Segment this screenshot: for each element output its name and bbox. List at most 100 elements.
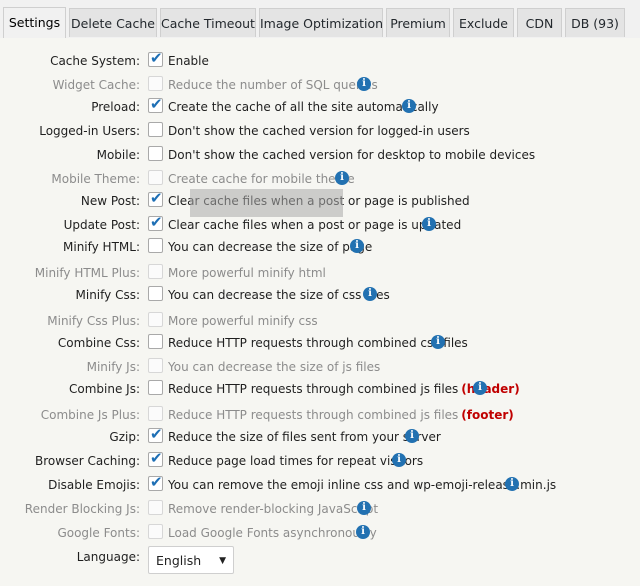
setting-label: Update Post: bbox=[63, 218, 140, 232]
info-icon[interactable]: i bbox=[473, 381, 487, 395]
setting-row: Browser Caching: ✔ Reduce page load times … bbox=[0, 449, 640, 472]
setting-description: You can decrease the size of css files bbox=[168, 284, 390, 306]
tab-delete-cache[interactable]: Delete Cache bbox=[69, 8, 157, 37]
setting-description-text: Reduce HTTP requests through combined js… bbox=[168, 382, 459, 396]
setting-description: Enable bbox=[168, 50, 209, 72]
setting-description: You can remove the emoji inline css and … bbox=[168, 474, 556, 496]
setting-description-text: More powerful minify css bbox=[168, 314, 318, 328]
tab-premium[interactable]: Premium bbox=[386, 8, 450, 37]
setting-checkbox bbox=[148, 76, 163, 91]
setting-checkbox bbox=[148, 170, 163, 185]
info-icon[interactable]: i bbox=[363, 287, 377, 301]
setting-row: Combine Js: Reduce HTTP requests through … bbox=[0, 378, 640, 400]
setting-description-text: More powerful minify html bbox=[168, 266, 326, 280]
setting-checkbox[interactable]: ✔ bbox=[148, 95, 163, 113]
info-icon[interactable]: i bbox=[405, 429, 419, 443]
setting-description-text: Reduce page load times for repeat visito… bbox=[168, 454, 424, 468]
setting-description: Reduce the size of files sent from your … bbox=[168, 426, 441, 448]
info-icon[interactable]: i bbox=[356, 525, 370, 539]
setting-description-text: Create the cache of all the site automat… bbox=[168, 100, 439, 114]
setting-label: Mobile: bbox=[96, 148, 140, 162]
setting-description-text: You can decrease the size of js files bbox=[168, 360, 381, 374]
setting-label: Cache System: bbox=[50, 54, 140, 68]
info-icon[interactable]: i bbox=[335, 171, 349, 185]
setting-row: Cache System: ✔ Enable bbox=[0, 49, 640, 72]
setting-description: Create cache for mobile theme bbox=[168, 168, 355, 190]
tab-cdn[interactable]: CDN bbox=[517, 8, 562, 37]
setting-description-text: Remove render-blocking JavaScript bbox=[168, 502, 379, 516]
setting-description: Reduce HTTP requests through combined js… bbox=[168, 404, 514, 426]
setting-label: New Post: bbox=[80, 194, 140, 208]
setting-description: Don't show the cached version for logged… bbox=[168, 120, 470, 142]
setting-checkbox bbox=[148, 358, 163, 373]
setting-label: Combine Css: bbox=[57, 336, 140, 350]
setting-checkbox[interactable]: ✔ bbox=[148, 473, 163, 491]
language-select[interactable]: English ▼ bbox=[148, 546, 234, 574]
setting-description: Create the cache of all the site automat… bbox=[168, 96, 439, 118]
setting-checkbox[interactable] bbox=[148, 146, 163, 161]
tab-cache-timeout[interactable]: Cache Timeout bbox=[160, 8, 256, 37]
checkmark-icon: ✔ bbox=[150, 95, 163, 113]
setting-description-text: Reduce HTTP requests through combined js… bbox=[168, 408, 459, 422]
setting-description: Reduce HTTP requests through combined js… bbox=[168, 378, 520, 400]
setting-label: Gzip: bbox=[109, 430, 140, 444]
setting-checkbox[interactable] bbox=[148, 286, 163, 301]
info-icon[interactable]: i bbox=[422, 217, 436, 231]
tab-db[interactable]: DB (93) bbox=[565, 8, 625, 37]
drag-overlay bbox=[190, 189, 343, 217]
tab-exclude[interactable]: Exclude bbox=[453, 8, 514, 37]
setting-checkbox[interactable] bbox=[148, 334, 163, 349]
tab-image-optimization[interactable]: Image Optimization bbox=[259, 8, 383, 37]
info-icon[interactable]: i bbox=[392, 453, 406, 467]
setting-checkbox[interactable]: ✔ bbox=[148, 449, 163, 467]
setting-checkbox[interactable]: ✔ bbox=[148, 49, 163, 67]
setting-checkbox[interactable]: ✔ bbox=[148, 425, 163, 443]
chevron-down-icon: ▼ bbox=[219, 556, 226, 566]
setting-description: Load Google Fonts asynchronously bbox=[168, 522, 377, 544]
setting-row: Render Blocking Js: Remove render-blockin… bbox=[0, 498, 640, 520]
info-icon[interactable]: i bbox=[357, 501, 371, 515]
setting-description-text: You can decrease the size of page bbox=[168, 240, 373, 254]
setting-row: Combine Js Plus: Reduce HTTP requests thr… bbox=[0, 404, 640, 426]
setting-description-text: Reduce the number of SQL queries bbox=[168, 78, 378, 92]
setting-checkbox bbox=[148, 264, 163, 279]
setting-label: Minify HTML: bbox=[63, 240, 140, 254]
setting-row: Logged-in Users: Don't show the cached ve… bbox=[0, 120, 640, 142]
setting-checkbox[interactable] bbox=[148, 238, 163, 253]
setting-row: Minify Js: You can decrease the size of j… bbox=[0, 356, 640, 378]
setting-description-text: You can decrease the size of css files bbox=[168, 288, 390, 302]
info-icon[interactable]: i bbox=[505, 477, 519, 491]
tab-settings[interactable]: Settings bbox=[3, 7, 66, 38]
setting-row: Preload: ✔ Create the cache of all the sit… bbox=[0, 95, 640, 118]
setting-description: Reduce page load times for repeat visito… bbox=[168, 450, 423, 472]
setting-description-text: Don't show the cached version for logged… bbox=[168, 124, 470, 138]
setting-description-text: Don't show the cached version for deskto… bbox=[168, 148, 536, 162]
setting-checkbox bbox=[148, 406, 163, 421]
setting-checkbox[interactable]: ✔ bbox=[148, 213, 163, 231]
setting-row: Combine Css: Reduce HTTP requests through… bbox=[0, 332, 640, 354]
setting-checkbox[interactable]: ✔ bbox=[148, 189, 163, 207]
setting-label: Combine Js: bbox=[69, 382, 140, 396]
setting-description-text: Reduce HTTP requests through combined cs… bbox=[168, 336, 468, 350]
setting-row: Disable Emojis: ✔ You can remove the emoji… bbox=[0, 473, 640, 496]
info-icon[interactable]: i bbox=[402, 99, 416, 113]
setting-row: Mobile: Don't show the cached version for… bbox=[0, 144, 640, 166]
setting-checkbox[interactable] bbox=[148, 122, 163, 137]
setting-description: Reduce the number of SQL queries bbox=[168, 74, 378, 96]
tab-bar: Settings Delete Cache Cache Timeout Imag… bbox=[0, 0, 640, 39]
setting-description: Reduce HTTP requests through combined cs… bbox=[168, 332, 468, 354]
info-icon[interactable]: i bbox=[357, 77, 371, 91]
setting-label: Disable Emojis: bbox=[48, 478, 140, 492]
setting-label: Minify HTML Plus: bbox=[34, 266, 140, 280]
language-value: English bbox=[156, 553, 202, 568]
setting-description-text: Reduce the size of files sent from your … bbox=[168, 430, 441, 444]
setting-row: Minify Css Plus: More powerful minify css bbox=[0, 310, 640, 332]
setting-label: Minify Css: bbox=[75, 288, 140, 302]
setting-note: (footer) bbox=[461, 408, 514, 422]
setting-checkbox[interactable] bbox=[148, 380, 163, 395]
checkmark-icon: ✔ bbox=[150, 473, 163, 491]
setting-checkbox bbox=[148, 312, 163, 327]
info-icon[interactable]: i bbox=[431, 335, 445, 349]
info-icon[interactable]: i bbox=[350, 239, 364, 253]
language-label: Language: bbox=[76, 550, 140, 564]
